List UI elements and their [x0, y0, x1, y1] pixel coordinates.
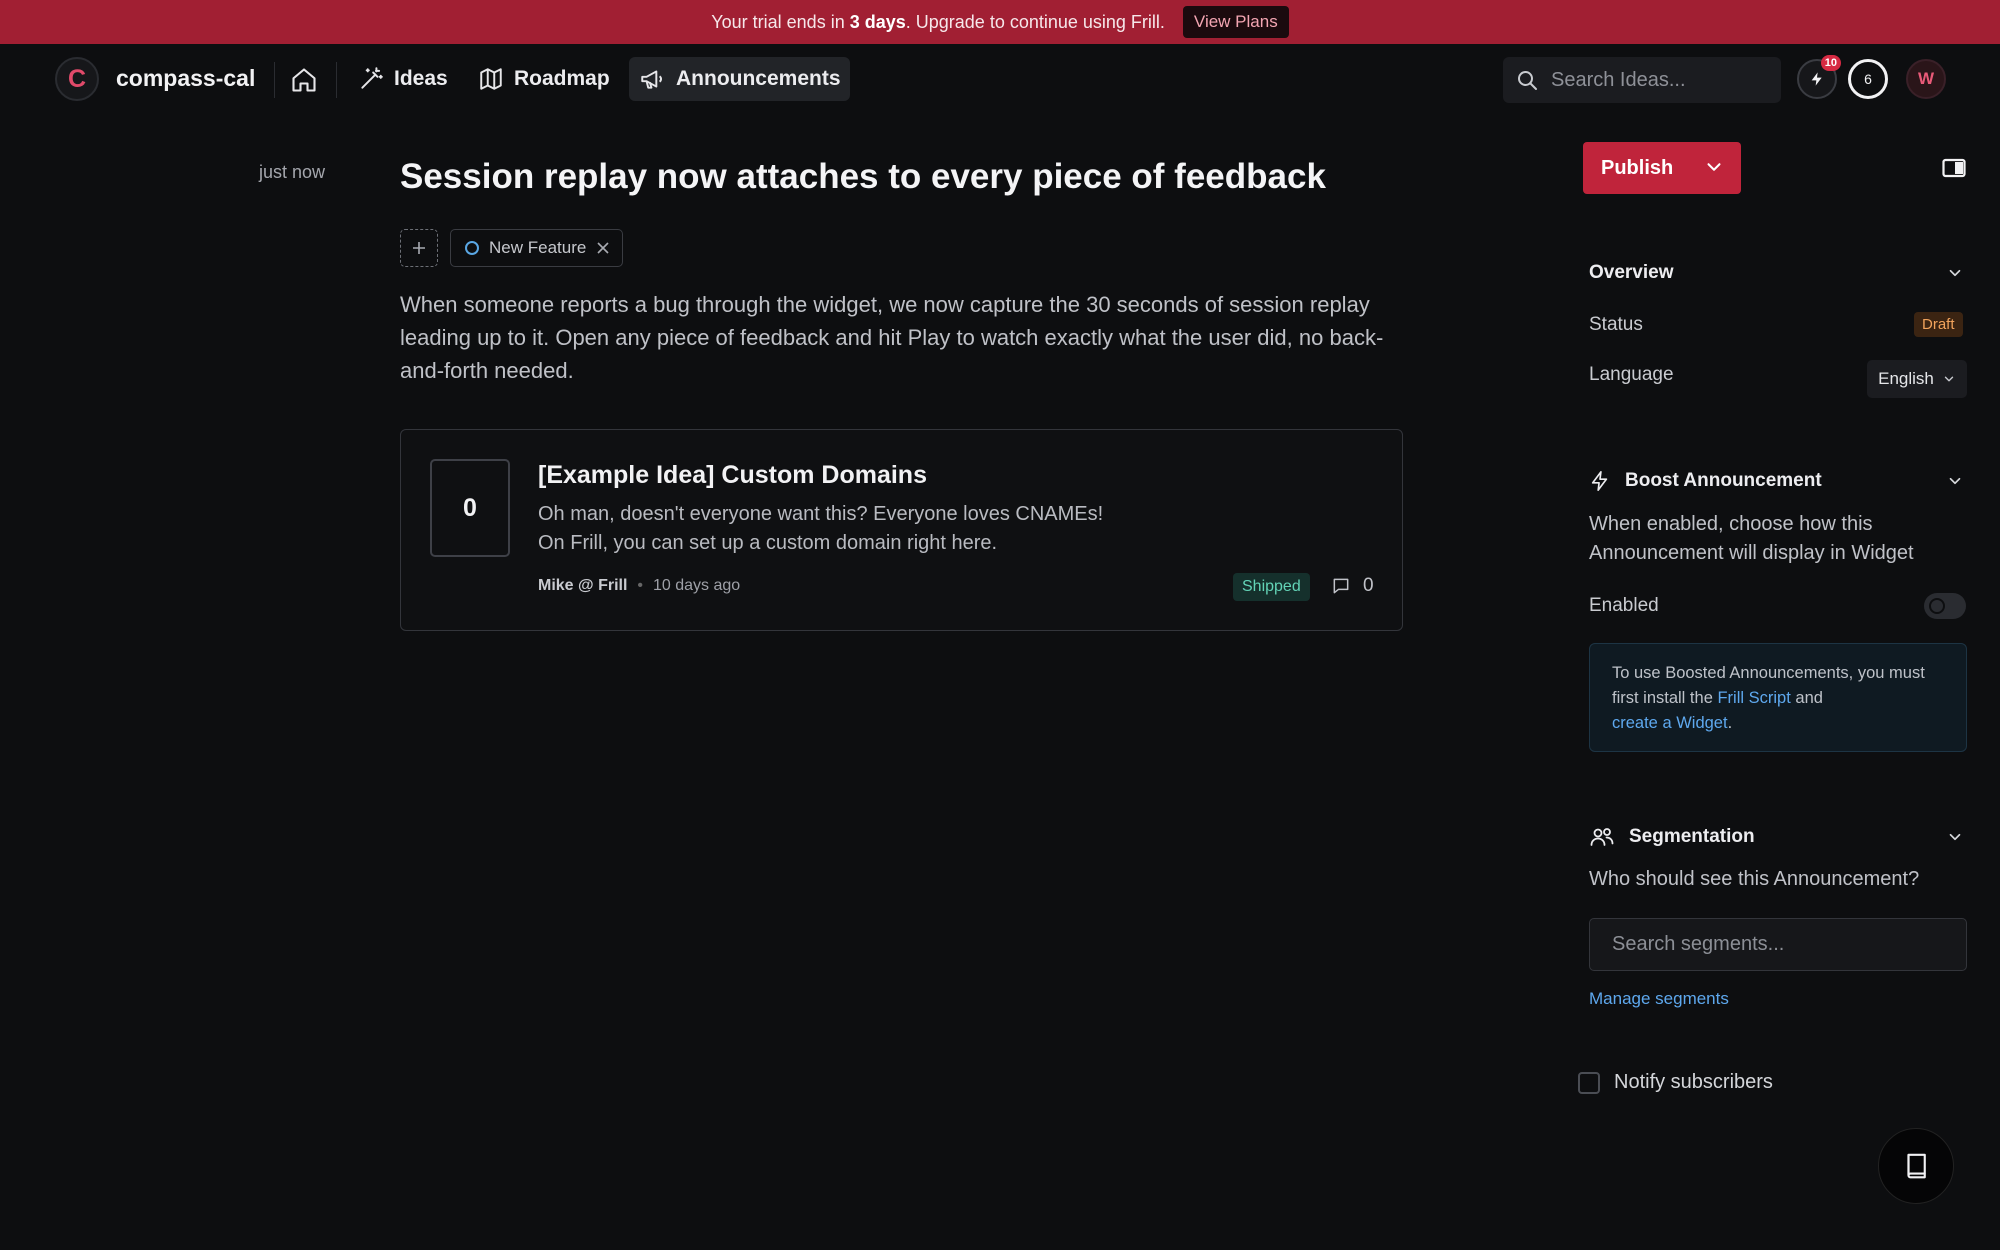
- notify-subscribers[interactable]: Notify subscribers: [1578, 1071, 1773, 1094]
- trial-banner-text: Your trial ends in 3 days. Upgrade to co…: [711, 11, 1165, 32]
- org-name[interactable]: compass-cal: [116, 65, 255, 92]
- publish-button[interactable]: Publish: [1583, 142, 1741, 194]
- magic-wand-icon: [361, 67, 383, 89]
- info-text: .: [1727, 714, 1733, 732]
- tag-color-dot: [465, 241, 479, 255]
- announcement-title[interactable]: Session replay now attaches to every pie…: [400, 157, 1326, 197]
- idea-author: Mike @ Frill: [538, 577, 628, 594]
- notification-count-badge: 10: [1820, 55, 1841, 71]
- info-text: and: [1795, 689, 1823, 707]
- nav-roadmap[interactable]: Roadmap: [469, 57, 619, 101]
- status-label: Status: [1589, 314, 1643, 335]
- meta-separator-dot: •: [637, 577, 644, 594]
- boost-info-box: To use Boosted Announcements, you must f…: [1589, 643, 1967, 752]
- notify-label: Notify subscribers: [1614, 1071, 1773, 1093]
- top-nav: C compass-cal Ideas Roadmap Announcement…: [0, 44, 2000, 114]
- notify-checkbox[interactable]: [1578, 1071, 1600, 1094]
- home-button[interactable]: [284, 60, 324, 100]
- status-badge: Draft: [1914, 312, 1963, 337]
- org-avatar[interactable]: C: [55, 57, 99, 101]
- sidebar-toggle-icon[interactable]: [1942, 158, 1966, 178]
- chevron-down-icon[interactable]: [1946, 264, 1964, 282]
- topic-tag[interactable]: New Feature: [450, 229, 624, 267]
- lightning-icon: [1591, 471, 1608, 491]
- nav-announcements[interactable]: Announcements: [629, 57, 850, 101]
- search-placeholder: Search Ideas...: [1551, 68, 1686, 91]
- idea-meta: Mike @ Frill • 10 days ago: [538, 577, 740, 595]
- plus-icon: [413, 242, 425, 254]
- chevron-down-icon[interactable]: [1946, 472, 1964, 490]
- divider: [274, 62, 275, 98]
- notifications-button[interactable]: 10: [1797, 55, 1841, 99]
- close-icon[interactable]: [596, 241, 610, 255]
- enabled-label: Enabled: [1589, 595, 1659, 616]
- nav-roadmap-label: Roadmap: [514, 67, 610, 90]
- help-docs-button[interactable]: [1878, 1128, 1954, 1204]
- lightning-icon: [1811, 72, 1822, 86]
- tag-label: New Feature: [489, 238, 587, 257]
- announcement-body[interactable]: When someone reports a bug through the w…: [400, 288, 1410, 387]
- vote-count[interactable]: 0: [430, 459, 510, 557]
- search-ideas-input[interactable]: Search Ideas...: [1503, 57, 1781, 103]
- chevron-down-icon[interactable]: [1946, 828, 1964, 846]
- add-tag-button[interactable]: [400, 229, 438, 267]
- segmentation-question: Who should see this Announcement?: [1589, 868, 1920, 890]
- toggle-knob: [1929, 598, 1945, 614]
- manage-segments-link[interactable]: Manage segments: [1589, 989, 1729, 1009]
- language-label: Language: [1589, 364, 1674, 385]
- frill-script-link[interactable]: Frill Script: [1717, 689, 1790, 707]
- search-icon: [1518, 71, 1537, 90]
- book-icon: [1907, 1153, 1926, 1179]
- status-badge: Shipped: [1233, 573, 1310, 601]
- segments-placeholder: Search segments...: [1612, 933, 1785, 955]
- map-icon: [480, 68, 502, 90]
- boost-title: Boost Announcement: [1625, 470, 1822, 491]
- idea-title[interactable]: [Example Idea] Custom Domains: [538, 461, 927, 490]
- overview-title: Overview: [1589, 262, 1674, 283]
- linked-idea-card[interactable]: 0 [Example Idea] Custom Domains Oh man, …: [400, 429, 1403, 631]
- comment-icon: [1333, 578, 1349, 594]
- view-plans-button[interactable]: View Plans: [1182, 6, 1289, 38]
- chevron-down-icon[interactable]: [1703, 156, 1725, 178]
- comment-count: 0: [1363, 575, 1374, 596]
- boost-description: When enabled, choose how this Announceme…: [1589, 513, 1914, 564]
- idea-description: Oh man, doesn't everyone want this? Ever…: [538, 500, 1103, 558]
- comments-count[interactable]: 0: [1331, 575, 1374, 597]
- nav-announcements-label: Announcements: [676, 67, 841, 90]
- chevron-down-icon: [1944, 376, 1954, 382]
- trial-banner: Your trial ends in 3 days. Upgrade to co…: [0, 0, 2000, 44]
- users-icon: [1590, 828, 1614, 846]
- idea-description-line: Oh man, doesn't everyone want this? Ever…: [538, 503, 1104, 525]
- language-select[interactable]: English: [1867, 360, 1967, 398]
- overview-section-header[interactable]: Overview: [1589, 262, 1674, 284]
- segmentation-section-header[interactable]: Segmentation: [1589, 825, 1755, 849]
- search-segments-input[interactable]: Search segments...: [1589, 918, 1967, 971]
- onboarding-progress[interactable]: 6: [1848, 59, 1888, 99]
- idea-time: 10 days ago: [653, 577, 741, 594]
- divider: [336, 62, 337, 98]
- home-icon: [292, 68, 316, 92]
- boost-section-header[interactable]: Boost Announcement: [1589, 469, 1822, 493]
- segmentation-title: Segmentation: [1629, 826, 1755, 847]
- boost-enabled-toggle[interactable]: [1924, 593, 1966, 619]
- post-timestamp: just now: [259, 162, 326, 182]
- idea-description-line: On Frill, you can set up a custom domain…: [538, 532, 998, 554]
- nav-ideas-label: Ideas: [394, 67, 448, 90]
- language-value: English: [1878, 369, 1934, 388]
- nav-ideas[interactable]: Ideas: [349, 57, 457, 101]
- megaphone-icon: [641, 70, 662, 89]
- user-avatar[interactable]: W: [1906, 59, 1946, 99]
- publish-label: Publish: [1601, 156, 1674, 179]
- create-widget-link[interactable]: create a Widget: [1612, 714, 1728, 732]
